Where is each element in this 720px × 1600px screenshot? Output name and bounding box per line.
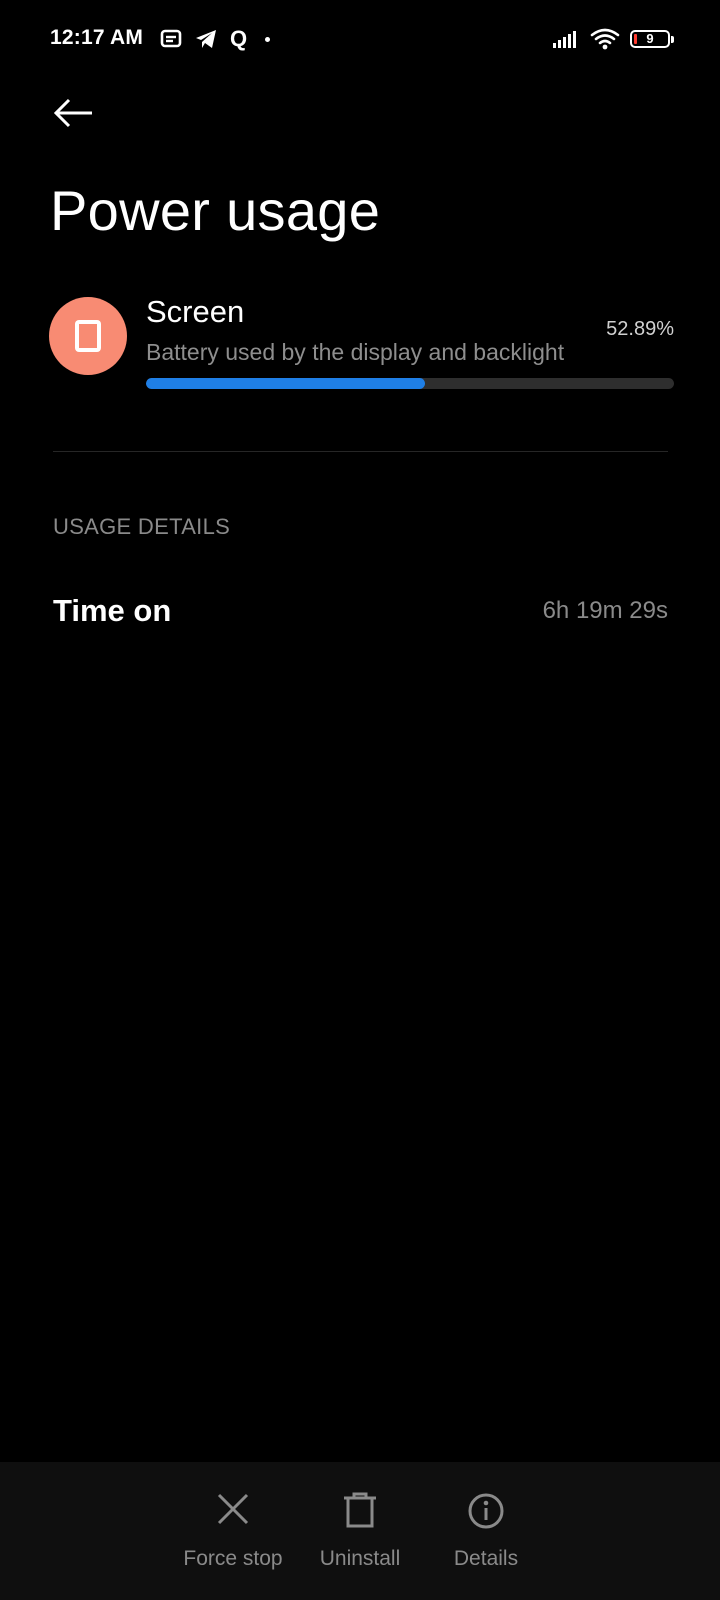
divider [53, 451, 668, 452]
battery-icon: 9 [630, 30, 674, 48]
battery-level: 9 [646, 31, 654, 46]
section-header-usage-details: USAGE DETAILS [53, 514, 231, 539]
bottom-action-bar: Force stop Uninstall Details [0, 1462, 720, 1600]
item-subtitle: Battery used by the display and backligh… [146, 339, 565, 365]
force-stop-label: Force stop [183, 1547, 283, 1570]
telegram-icon [196, 30, 216, 48]
detail-label: Time on [53, 593, 172, 628]
details-label: Details [453, 1547, 519, 1570]
back-arrow-icon [53, 98, 92, 128]
screen-icon [75, 320, 101, 352]
status-right-icons: 9 [552, 24, 674, 54]
status-time: 12:17 AM [50, 26, 144, 49]
close-icon [217, 1493, 249, 1525]
screen-icon-badge [49, 297, 127, 375]
status-bar: 12:17 AM Q 9 [0, 0, 720, 80]
details-button[interactable]: Details [421, 1462, 551, 1600]
trash-icon [344, 1492, 376, 1528]
page-title: Power usage [50, 179, 381, 242]
uninstall-button[interactable]: Uninstall [295, 1462, 425, 1600]
q-app-icon: Q [230, 26, 248, 51]
detail-row-time-on: Time on 6h 19m 29s [53, 585, 668, 641]
dot-icon [265, 36, 271, 42]
item-title: Screen [146, 294, 245, 329]
usage-progress-bar [146, 378, 674, 389]
signal-icon [553, 31, 576, 48]
force-stop-button[interactable]: Force stop [168, 1462, 298, 1600]
back-button[interactable] [46, 88, 102, 138]
usage-progress-fill [146, 378, 426, 389]
info-icon [468, 1493, 504, 1529]
usage-percent: 52.89% [606, 318, 674, 340]
wifi-icon [590, 28, 620, 50]
uninstall-label: Uninstall [319, 1547, 401, 1570]
status-left-icons: Q [160, 26, 271, 52]
notification-icon [160, 29, 182, 48]
detail-value: 6h 19m 29s [542, 597, 668, 624]
